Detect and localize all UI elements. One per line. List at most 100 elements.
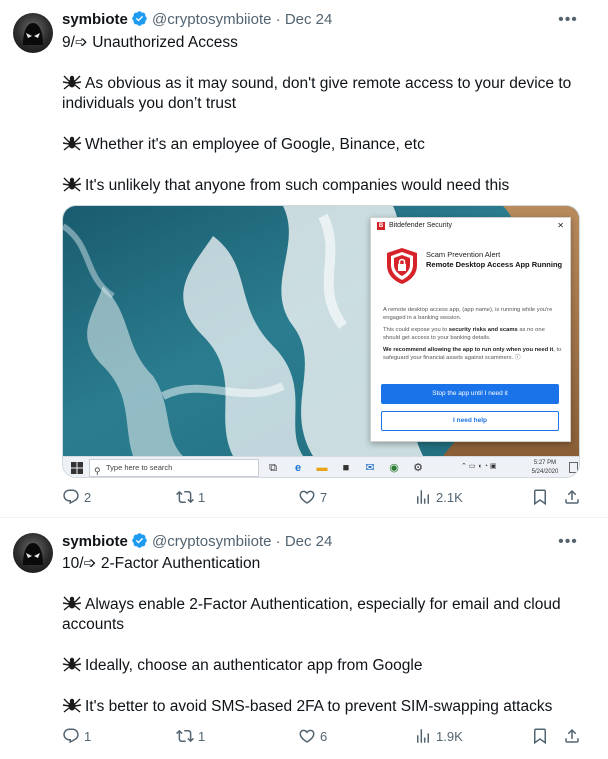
views-count: 2.1K — [436, 490, 463, 505]
verified-icon — [131, 532, 148, 556]
spider-icon — [62, 73, 82, 91]
tweet-date[interactable]: Dec 24 — [285, 11, 333, 28]
reply-button[interactable]: 1 — [62, 727, 91, 747]
bitdefender-popup: B Bitdefender Security ✕ Scam Prevention… — [370, 217, 571, 442]
tweet[interactable]: symbiote @cryptosymbiiote · Dec 24 ••• 9… — [0, 0, 608, 518]
stop-app-button[interactable]: Stop the app until I need it — [381, 384, 559, 404]
search-icon: ⚲ — [94, 466, 101, 476]
file-explorer-icon[interactable]: ▬ — [315, 461, 329, 475]
windows-start-icon[interactable] — [71, 462, 83, 474]
like-button[interactable]: 7 — [298, 488, 327, 508]
alert-title: Scam Prevention Alert — [426, 250, 501, 259]
share-icon — [565, 728, 579, 743]
paragraph-text: Ideally, choose an authenticator app fro… — [85, 657, 423, 674]
alert-subtitle: Remote Desktop Access App Running — [426, 260, 563, 269]
author-handle[interactable]: @cryptosymbiiote — [152, 11, 271, 28]
views-button[interactable]: 1.9K — [414, 727, 463, 747]
paragraph: It's better to avoid SMS-based 2FA to pr… — [62, 696, 582, 717]
taskbar-search[interactable]: ⚲ Type here to search — [89, 459, 259, 477]
paragraph: Always enable 2-Factor Authentication, e… — [62, 594, 582, 635]
separator: · — [275, 11, 281, 28]
notification-icon[interactable] — [569, 462, 578, 473]
paragraph-text: It's unlikely that anyone from such comp… — [85, 177, 510, 194]
repost-button[interactable]: 1 — [176, 488, 205, 508]
shield-lock-icon — [387, 248, 417, 284]
reply-count: 1 — [84, 729, 92, 744]
settings-icon[interactable]: ⚙ — [411, 461, 425, 475]
paragraph-text: Always enable 2-Factor Authentication, e… — [62, 596, 561, 633]
more-icon[interactable]: ••• — [558, 532, 578, 552]
paragraph-text: Whether it's an employee of Google, Bina… — [85, 136, 425, 153]
popup-body: A remote desktop access app, (app name),… — [383, 306, 563, 366]
tweet-header: symbiote @cryptosymbiiote · Dec 24 — [62, 9, 332, 31]
body-line-3: We recommend allowing the app to run onl… — [383, 347, 562, 361]
spider-icon — [62, 594, 82, 612]
views-icon — [417, 729, 429, 743]
views-button[interactable]: 2.1K — [414, 488, 463, 508]
edge-browser-icon[interactable]: ◉ — [387, 461, 401, 475]
tweet-image[interactable]: B Bitdefender Security ✕ Scam Prevention… — [62, 205, 580, 478]
repost-button[interactable]: 1 — [176, 727, 205, 747]
spider-icon — [62, 655, 82, 673]
bookmark-icon — [534, 489, 546, 506]
bookmark-icon — [534, 728, 546, 745]
more-icon[interactable]: ••• — [558, 10, 578, 30]
popup-heading: Scam Prevention Alert Remote Desktop Acc… — [426, 250, 566, 270]
close-icon[interactable]: ✕ — [557, 218, 564, 234]
clock-time: 5:27 PM — [533, 460, 557, 466]
need-help-button[interactable]: I need help — [381, 411, 559, 431]
body-line-1: A remote desktop access app, (app name),… — [383, 307, 553, 321]
bookmark-button[interactable] — [531, 727, 549, 747]
like-count: 6 — [320, 729, 328, 744]
tweet-text: 9/➩ Unauthorized Access As obvious as it… — [62, 33, 582, 196]
reply-icon — [63, 489, 79, 505]
mail-icon[interactable]: ✉ — [363, 461, 377, 475]
author-name[interactable]: symbiote — [62, 11, 128, 28]
author-name[interactable]: symbiote — [62, 533, 128, 550]
windows-taskbar: ⚲ Type here to search ⧉ e ▬ ■ ✉ ◉ ⚙ ⌃▭◖◔… — [63, 456, 579, 477]
reply-button[interactable]: 2 — [62, 488, 91, 508]
share-button[interactable] — [563, 488, 581, 508]
paragraph: Ideally, choose an authenticator app fro… — [62, 655, 582, 676]
paragraph-text: It's better to avoid SMS-based 2FA to pr… — [85, 698, 553, 715]
tweet-date[interactable]: Dec 24 — [285, 533, 333, 550]
tweet-text: 10/➩ 2-Factor Authentication Always enab… — [62, 554, 582, 717]
like-button[interactable]: 6 — [298, 727, 327, 747]
spider-icon — [62, 175, 82, 193]
bookmark-button[interactable] — [531, 488, 549, 508]
paragraph: It's unlikely that anyone from such comp… — [62, 175, 582, 196]
system-tray-icons[interactable]: ⌃▭◖◔▣ — [461, 462, 499, 470]
share-button[interactable] — [563, 727, 581, 747]
views-count: 1.9K — [436, 729, 463, 744]
tweet-header: symbiote @cryptosymbiiote · Dec 24 — [62, 531, 332, 553]
tweet[interactable]: symbiote @cryptosymbiiote · Dec 24 ••• 1… — [0, 519, 608, 759]
views-icon — [417, 490, 429, 504]
repost-count: 1 — [198, 729, 206, 744]
store-icon[interactable]: ■ — [339, 461, 353, 475]
like-icon — [299, 490, 315, 504]
repost-count: 1 — [198, 490, 206, 505]
avatar[interactable] — [13, 13, 53, 53]
repost-icon — [176, 490, 194, 504]
paragraph: As obvious as it may sound, don't give r… — [62, 73, 582, 114]
paragraph-text: As obvious as it may sound, don't give r… — [62, 75, 572, 112]
like-count: 7 — [320, 490, 328, 505]
clock-date: 5/24/2020 — [531, 469, 559, 475]
body-line-2: This could expose you to security risks … — [383, 327, 545, 341]
task-view-icon[interactable]: ⧉ — [266, 461, 280, 475]
repost-icon — [176, 729, 194, 743]
avatar[interactable] — [13, 533, 53, 573]
verified-icon — [131, 10, 148, 34]
edge-icon[interactable]: e — [291, 461, 305, 475]
spider-icon — [62, 134, 82, 152]
popup-titlebar: B Bitdefender Security ✕ — [371, 218, 570, 234]
paragraph: Whether it's an employee of Google, Bina… — [62, 134, 582, 155]
like-icon — [299, 729, 315, 743]
tweet-title: 9/➩ Unauthorized Access — [62, 34, 238, 51]
taskbar-clock[interactable]: 5:27 PM 5/24/2020 — [525, 459, 565, 477]
taskbar-search-placeholder: Type here to search — [106, 463, 173, 472]
popup-app-title: Bitdefender Security — [389, 222, 453, 229]
reply-icon — [63, 728, 79, 744]
share-icon — [565, 489, 579, 504]
author-handle[interactable]: @cryptosymbiiote — [152, 533, 271, 550]
